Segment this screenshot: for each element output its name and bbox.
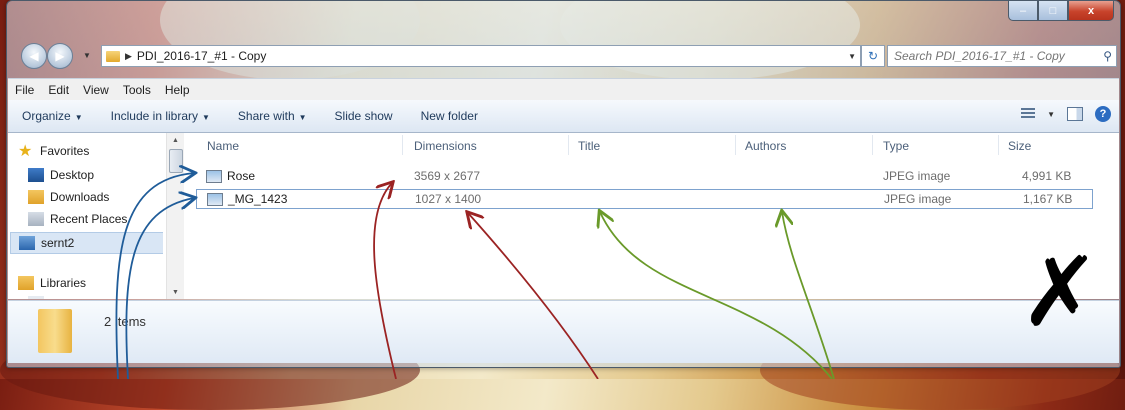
annotation-arrow-red (468, 213, 599, 379)
annotation-arrow-blue (115, 173, 194, 379)
annotation-arrow-green (600, 212, 833, 379)
annotation-overlay: ✗ (115, 0, 1100, 379)
x-mark-annotation: ✗ (1020, 236, 1100, 348)
annotation-arrow-blue (125, 198, 194, 379)
annotation-arrow-red (373, 183, 397, 379)
